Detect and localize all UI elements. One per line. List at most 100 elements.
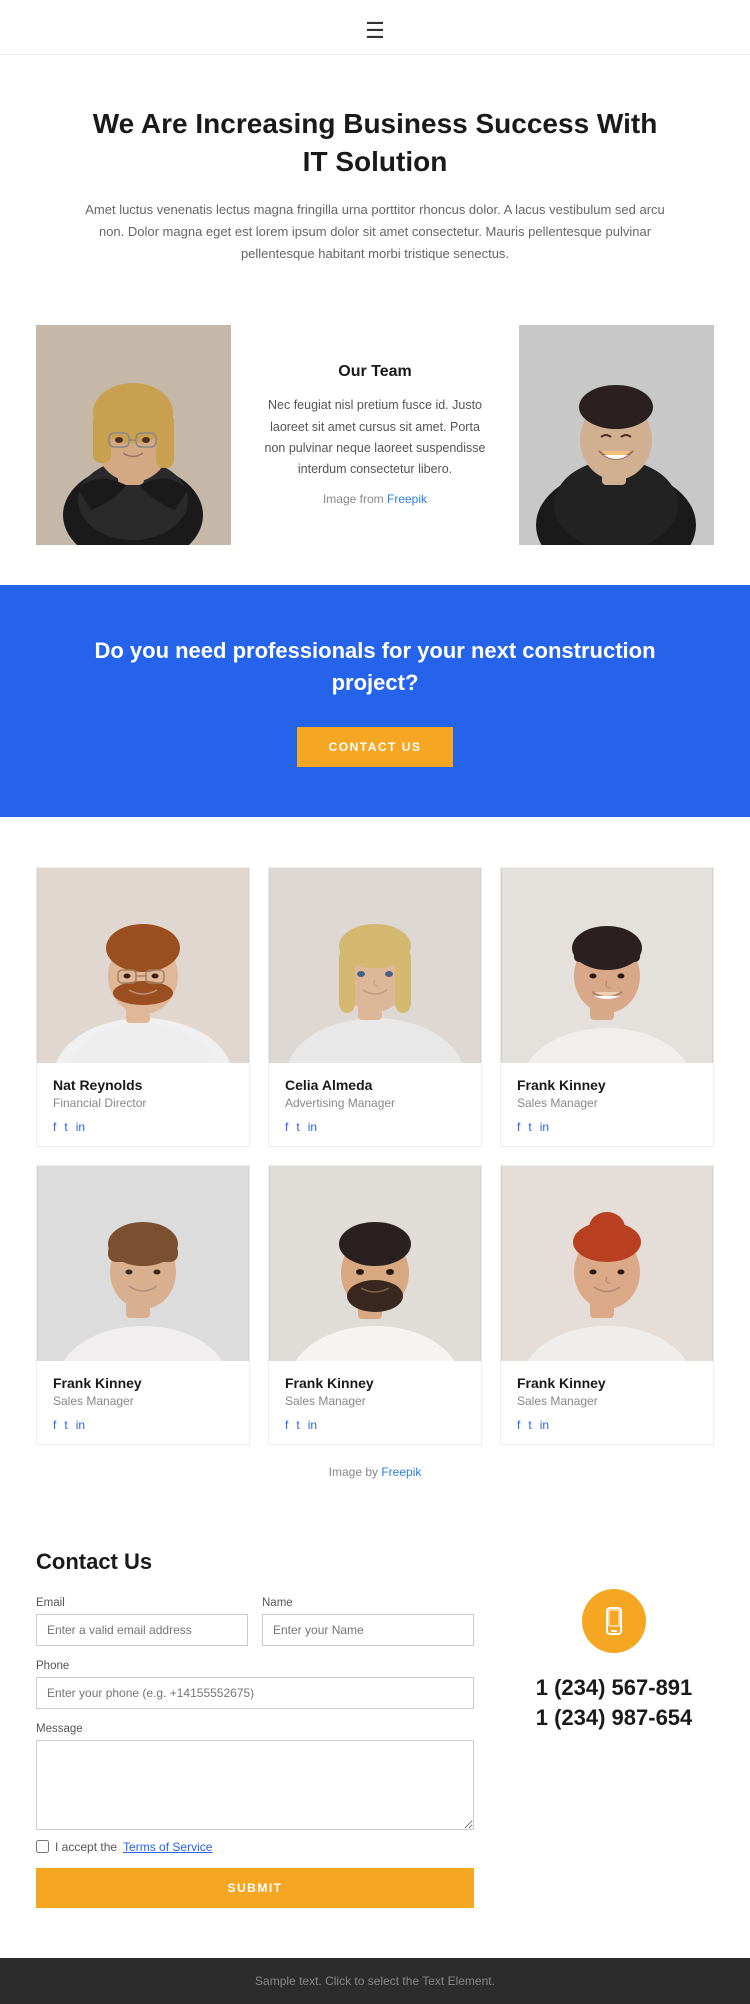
- terms-row: I accept the Terms of Service: [36, 1840, 474, 1854]
- team-intro-description: Nec feugiat nisl pretium fusce id. Justo…: [261, 395, 489, 480]
- phone-icon-circle: [582, 1589, 646, 1653]
- contact-form: Contact Us Email Name Phone Message I ac…: [36, 1549, 474, 1908]
- contact-us-button[interactable]: CONTACT US: [297, 727, 454, 767]
- hero-description: Amet luctus venenatis lectus magna fring…: [80, 199, 670, 265]
- header: ☰: [0, 0, 750, 55]
- team-card-info-frank1: Frank Kinney Sales Manager f t in: [501, 1063, 713, 1146]
- twitter-link-frank4[interactable]: t: [528, 1418, 531, 1432]
- team-intro-photo-left: [36, 325, 231, 545]
- freepik-note: Image by Freepik: [36, 1465, 714, 1479]
- footer: Sample text. Click to select the Text El…: [0, 1958, 750, 2004]
- twitter-link-frank2[interactable]: t: [64, 1418, 67, 1432]
- contact-title: Contact Us: [36, 1549, 474, 1575]
- twitter-link-nat[interactable]: t: [64, 1120, 67, 1134]
- instagram-link-nat[interactable]: in: [76, 1120, 85, 1134]
- phone-input[interactable]: [36, 1677, 474, 1709]
- team-social-nat: f t in: [53, 1120, 233, 1134]
- team-card-frank3: Frank Kinney Sales Manager f t in: [268, 1165, 482, 1445]
- team-name-frank2: Frank Kinney: [53, 1375, 233, 1391]
- cta-banner: Do you need professionals for your next …: [0, 585, 750, 817]
- name-label: Name: [262, 1597, 474, 1609]
- team-role-nat: Financial Director: [53, 1096, 233, 1110]
- team-name-frank3: Frank Kinney: [285, 1375, 465, 1391]
- team-photo-frank2: [37, 1166, 249, 1361]
- team-name-frank4: Frank Kinney: [517, 1375, 697, 1391]
- twitter-link-frank3[interactable]: t: [296, 1418, 299, 1432]
- team-card-info-frank3: Frank Kinney Sales Manager f t in: [269, 1361, 481, 1444]
- team-photo-frank1: [501, 868, 713, 1063]
- contact-section: Contact Us Email Name Phone Message I ac…: [0, 1499, 750, 1938]
- email-label: Email: [36, 1597, 248, 1609]
- team-social-frank4: f t in: [517, 1418, 697, 1432]
- freepik-link[interactable]: Freepik: [387, 492, 427, 506]
- email-group: Email: [36, 1597, 248, 1646]
- team-social-frank2: f t in: [53, 1418, 233, 1432]
- instagram-link-frank4[interactable]: in: [540, 1418, 549, 1432]
- team-photo-frank4: [501, 1166, 713, 1361]
- team-social-frank3: f t in: [285, 1418, 465, 1432]
- team-social-celia: f t in: [285, 1120, 465, 1134]
- team-role-frank2: Sales Manager: [53, 1394, 233, 1408]
- twitter-link-frank1[interactable]: t: [528, 1120, 531, 1134]
- instagram-link-frank2[interactable]: in: [76, 1418, 85, 1432]
- facebook-link-celia[interactable]: f: [285, 1120, 288, 1134]
- terms-checkbox[interactable]: [36, 1840, 49, 1853]
- image-from-text: Image from: [323, 492, 384, 506]
- team-role-frank4: Sales Manager: [517, 1394, 697, 1408]
- hero-section: We Are Increasing Business Success With …: [0, 55, 750, 305]
- team-card-info-frank4: Frank Kinney Sales Manager f t in: [501, 1361, 713, 1444]
- team-section: Nat Reynolds Financial Director f t in: [0, 817, 750, 1499]
- twitter-link-celia[interactable]: t: [296, 1120, 299, 1134]
- team-card-frank4: Frank Kinney Sales Manager f t in: [500, 1165, 714, 1445]
- team-intro-content: Our Team Nec feugiat nisl pretium fusce …: [231, 325, 519, 545]
- team-name-frank1: Frank Kinney: [517, 1077, 697, 1093]
- team-card-celia: Celia Almeda Advertising Manager f t in: [268, 867, 482, 1147]
- facebook-link-nat[interactable]: f: [53, 1120, 56, 1134]
- facebook-link-frank1[interactable]: f: [517, 1120, 520, 1134]
- email-input[interactable]: [36, 1614, 248, 1646]
- team-card-info-nat: Nat Reynolds Financial Director f t in: [37, 1063, 249, 1146]
- freepik-note-link[interactable]: Freepik: [381, 1465, 421, 1479]
- team-intro-photo-right: [519, 325, 714, 545]
- team-role-frank1: Sales Manager: [517, 1096, 697, 1110]
- team-card-frank1: Frank Kinney Sales Manager f t in: [500, 867, 714, 1147]
- team-photo-nat: [37, 868, 249, 1063]
- hero-title: We Are Increasing Business Success With …: [80, 105, 670, 181]
- team-name-celia: Celia Almeda: [285, 1077, 465, 1093]
- name-group: Name: [262, 1597, 474, 1646]
- phone-number-1: 1 (234) 567-891: [514, 1673, 714, 1704]
- message-label: Message: [36, 1723, 474, 1735]
- cta-text: Do you need professionals for your next …: [60, 635, 690, 699]
- terms-link[interactable]: Terms of Service: [123, 1840, 212, 1854]
- team-social-frank1: f t in: [517, 1120, 697, 1134]
- team-role-frank3: Sales Manager: [285, 1394, 465, 1408]
- facebook-link-frank3[interactable]: f: [285, 1418, 288, 1432]
- facebook-link-frank2[interactable]: f: [53, 1418, 56, 1432]
- phone-icon: [599, 1606, 629, 1636]
- team-intro-section: Our Team Nec feugiat nisl pretium fusce …: [36, 325, 714, 545]
- image-by-text: Image by: [329, 1465, 378, 1479]
- team-role-celia: Advertising Manager: [285, 1096, 465, 1110]
- team-photo-frank3: [269, 1166, 481, 1361]
- team-card-nat-reynolds: Nat Reynolds Financial Director f t in: [36, 867, 250, 1147]
- team-name-nat: Nat Reynolds: [53, 1077, 233, 1093]
- team-card-frank2: Frank Kinney Sales Manager f t in: [36, 1165, 250, 1445]
- terms-text: I accept the: [55, 1840, 117, 1854]
- contact-right: 1 (234) 567-891 1 (234) 987-654: [514, 1549, 714, 1735]
- team-card-info-frank2: Frank Kinney Sales Manager f t in: [37, 1361, 249, 1444]
- instagram-link-frank3[interactable]: in: [308, 1418, 317, 1432]
- instagram-link-celia[interactable]: in: [308, 1120, 317, 1134]
- team-intro-title: Our Team: [261, 363, 489, 381]
- phone-group: Phone: [36, 1660, 474, 1709]
- instagram-link-frank1[interactable]: in: [540, 1120, 549, 1134]
- message-group: Message: [36, 1723, 474, 1830]
- facebook-link-frank4[interactable]: f: [517, 1418, 520, 1432]
- message-textarea[interactable]: [36, 1740, 474, 1830]
- name-input[interactable]: [262, 1614, 474, 1646]
- team-card-info-celia: Celia Almeda Advertising Manager f t in: [269, 1063, 481, 1146]
- team-photo-celia: [269, 868, 481, 1063]
- footer-text: Sample text. Click to select the Text El…: [255, 1974, 495, 1988]
- phone-label: Phone: [36, 1660, 474, 1672]
- hamburger-menu-icon[interactable]: ☰: [365, 18, 385, 44]
- phone-number-2: 1 (234) 987-654: [514, 1703, 714, 1734]
